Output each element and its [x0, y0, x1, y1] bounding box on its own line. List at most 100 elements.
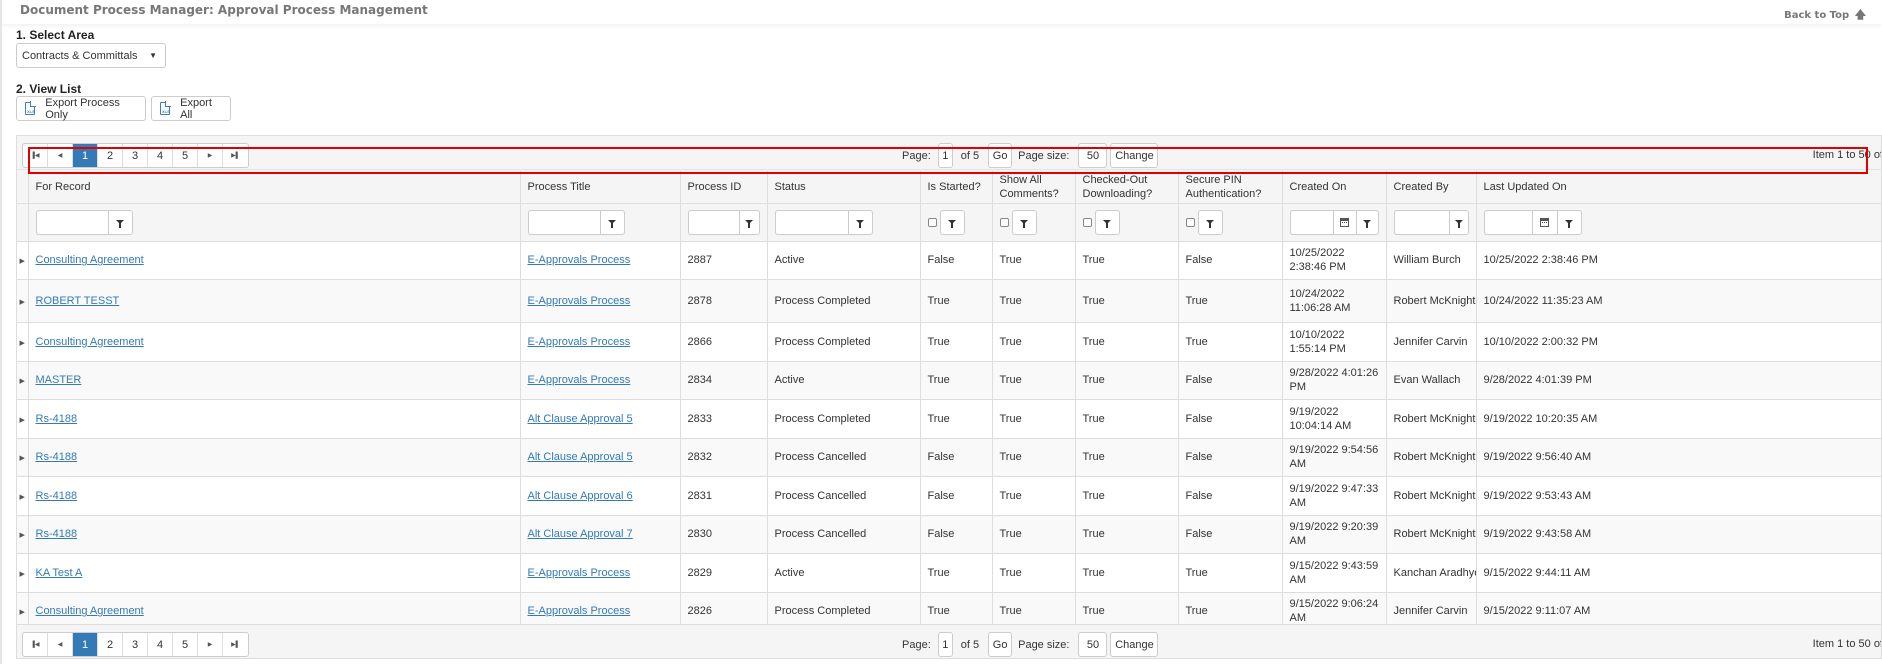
export-process-only-button[interactable]: XLS Export Process Only — [16, 96, 146, 121]
for-record-link[interactable]: MASTER — [36, 374, 82, 386]
column-header-created-on[interactable]: Created On — [1282, 171, 1387, 204]
filter-button[interactable] — [107, 209, 133, 235]
table-row[interactable]: ▶ Consulting Agreement E-Approvals Process… — [17, 241, 1881, 280]
area-select[interactable]: Contracts & Committals ▼ — [16, 43, 166, 68]
page-button-4[interactable]: 4 — [148, 633, 173, 656]
page-number-input[interactable]: 1 — [937, 143, 953, 168]
process-title-link[interactable]: E-Approvals Process — [528, 254, 631, 266]
first-page-button[interactable]: ▐◀ — [23, 633, 48, 656]
page-button-2[interactable]: 2 — [98, 633, 123, 656]
expand-row-icon[interactable]: ▶ — [20, 494, 25, 501]
go-button[interactable]: Go — [988, 632, 1013, 657]
filter-input[interactable] — [687, 209, 740, 235]
for-record-link[interactable]: Rs-4188 — [36, 451, 78, 463]
change-button[interactable]: Change — [1110, 143, 1159, 168]
filter-checkbox[interactable] — [927, 217, 937, 227]
filter-button[interactable] — [599, 209, 625, 235]
process-title-link[interactable]: E-Approvals Process — [528, 295, 631, 307]
first-page-button[interactable]: ▐◀ — [23, 144, 48, 167]
date-picker-button[interactable] — [1531, 209, 1557, 235]
table-row[interactable]: ▶ Rs-4188 Alt Clause Approval 7 2830 Process… — [17, 515, 1881, 554]
back-to-top-link[interactable]: Back to Top 🡅 — [1784, 6, 1866, 25]
for-record-link[interactable]: ROBERT TESST — [36, 295, 120, 307]
filter-button[interactable] — [1011, 209, 1037, 235]
table-row[interactable]: ▶ KA Test A E-Approvals Process 2829 Active T… — [17, 553, 1881, 593]
for-record-link[interactable]: KA Test A — [36, 567, 83, 579]
filter-checkbox[interactable] — [1185, 217, 1195, 227]
filter-checkbox[interactable] — [999, 217, 1009, 227]
page-button-2[interactable]: 2 — [98, 144, 123, 167]
page-button-3[interactable]: 3 — [123, 633, 148, 656]
filter-checkbox[interactable] — [1082, 217, 1092, 227]
next-page-button[interactable]: ▶ — [198, 633, 223, 656]
page-button-3[interactable]: 3 — [123, 144, 148, 167]
process-title-link[interactable]: Alt Clause Approval 6 — [528, 490, 633, 502]
filter-button[interactable] — [1556, 209, 1582, 235]
column-header-is-started[interactable]: Is Started? — [920, 171, 993, 204]
column-header-process-title[interactable]: Process Title — [520, 171, 681, 204]
expand-row-icon[interactable]: ▶ — [20, 532, 25, 539]
last-page-button[interactable]: ▶▌ — [223, 633, 248, 656]
page-button-5[interactable]: 5 — [173, 144, 198, 167]
date-picker-button[interactable] — [1333, 209, 1356, 235]
table-row[interactable]: ▶ Consulting Agreement E-Approvals Process… — [17, 322, 1881, 362]
for-record-link[interactable]: Consulting Agreement — [36, 254, 144, 266]
process-title-link[interactable]: Alt Clause Approval 7 — [528, 528, 633, 540]
column-header-process-id[interactable]: Process ID — [680, 171, 768, 204]
for-record-link[interactable]: Consulting Agreement — [36, 605, 144, 617]
page-button-5[interactable]: 5 — [173, 633, 198, 656]
page-size-input[interactable]: 50 — [1078, 632, 1108, 657]
next-page-button[interactable]: ▶ — [198, 144, 223, 167]
process-title-link[interactable]: Alt Clause Approval 5 — [528, 451, 633, 463]
table-row[interactable]: ▶ Rs-4188 Alt Clause Approval 6 2831 Process… — [17, 476, 1881, 516]
expand-row-icon[interactable]: ▶ — [20, 417, 25, 424]
expand-row-icon[interactable]: ▶ — [20, 340, 25, 347]
process-title-link[interactable]: E-Approvals Process — [528, 567, 631, 579]
table-row[interactable]: ▶ Rs-4188 Alt Clause Approval 5 2833 Process… — [17, 399, 1881, 439]
expand-row-icon[interactable]: ▶ — [20, 455, 25, 462]
filter-button[interactable] — [1094, 209, 1120, 235]
column-header-last-updated-on[interactable]: Last Updated On — [1476, 171, 1881, 204]
for-record-link[interactable]: Rs-4188 — [36, 490, 78, 502]
filter-button[interactable] — [847, 209, 873, 235]
filter-input[interactable] — [1393, 209, 1449, 235]
column-header-status[interactable]: Status — [767, 171, 921, 204]
filter-date-input[interactable] — [1483, 209, 1532, 235]
filter-button[interactable] — [939, 209, 965, 235]
filter-input[interactable] — [527, 209, 600, 235]
table-row[interactable]: ▶ MASTER E-Approvals Process 2834 Active True… — [17, 361, 1881, 400]
process-title-link[interactable]: E-Approvals Process — [528, 336, 631, 348]
filter-button[interactable] — [1355, 209, 1379, 235]
expand-row-icon[interactable]: ▶ — [20, 378, 25, 385]
column-header-for-record[interactable]: For Record — [28, 171, 521, 204]
filter-date-input[interactable] — [1289, 209, 1333, 235]
expand-row-icon[interactable]: ▶ — [20, 571, 25, 578]
expand-row-icon[interactable]: ▶ — [20, 258, 25, 265]
page-button-1[interactable]: 1 — [73, 144, 98, 167]
last-page-button[interactable]: ▶▌ — [223, 144, 248, 167]
page-number-input[interactable]: 1 — [937, 632, 953, 657]
page-button-4[interactable]: 4 — [148, 144, 173, 167]
column-header-secure-pin[interactable]: Secure PIN Authentication? — [1178, 171, 1283, 204]
table-row[interactable]: ▶ Rs-4188 Alt Clause Approval 5 2832 Process… — [17, 438, 1881, 477]
expand-row-icon[interactable]: ▶ — [20, 609, 25, 616]
column-header-created-by[interactable]: Created By — [1386, 171, 1477, 204]
process-title-link[interactable]: Alt Clause Approval 5 — [528, 413, 633, 425]
filter-button[interactable] — [1197, 209, 1223, 235]
process-title-link[interactable]: E-Approvals Process — [528, 605, 631, 617]
prev-page-button[interactable]: ◀ — [48, 144, 73, 167]
table-row[interactable]: ▶ ROBERT TESST E-Approvals Process 2878 Proc… — [17, 279, 1881, 323]
change-button[interactable]: Change — [1110, 632, 1159, 657]
column-header-checked-out-downloading[interactable]: Checked-Out Downloading? — [1075, 171, 1179, 204]
filter-input[interactable] — [35, 209, 108, 235]
for-record-link[interactable]: Rs-4188 — [36, 528, 78, 540]
page-size-input[interactable]: 50 — [1078, 143, 1108, 168]
expand-row-icon[interactable]: ▶ — [20, 299, 25, 306]
filter-button[interactable] — [1448, 209, 1469, 235]
filter-button[interactable] — [739, 209, 760, 235]
go-button[interactable]: Go — [988, 143, 1013, 168]
filter-input[interactable] — [774, 209, 848, 235]
column-header-show-all-comments[interactable]: Show All Comments? — [992, 171, 1076, 204]
process-title-link[interactable]: E-Approvals Process — [528, 374, 631, 386]
page-button-1[interactable]: 1 — [73, 633, 98, 656]
